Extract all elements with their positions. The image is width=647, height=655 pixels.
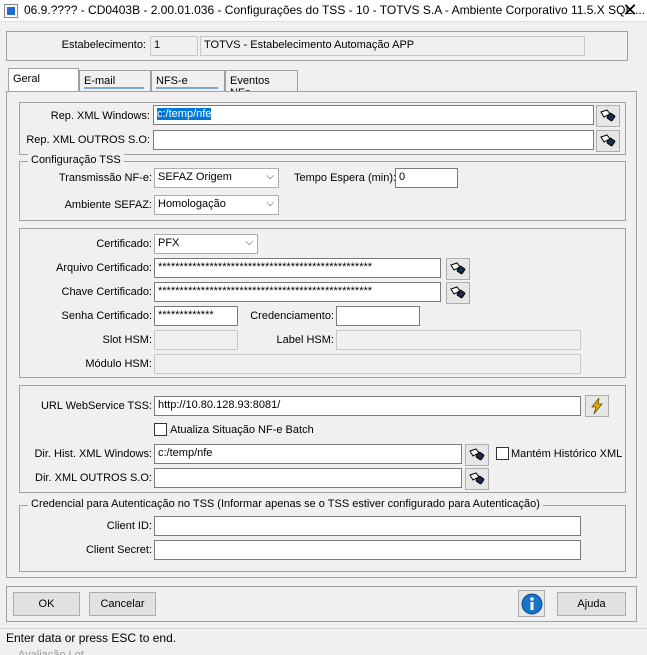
- credenciamento-label: Credenciamento:: [250, 310, 334, 322]
- chave-certificado-input[interactable]: ****************************************…: [154, 282, 441, 302]
- dir-xml-outros-label: Dir. XML OUTROS S.O:: [35, 472, 152, 484]
- cancel-button[interactable]: Cancelar: [89, 592, 156, 616]
- rep-xml-windows-value: c:/temp/nfe: [157, 108, 212, 120]
- status-text: Enter data or press ESC to end.: [6, 631, 177, 645]
- client-id-input[interactable]: [154, 516, 581, 536]
- flashlight-icon[interactable]: [465, 444, 489, 466]
- flashlight-icon[interactable]: [596, 130, 620, 152]
- arquivo-certificado-input[interactable]: ****************************************…: [154, 258, 441, 278]
- senha-certificado-label: Senha Certificado:: [61, 310, 153, 322]
- transmissao-label: Transmissão NF-e:: [58, 172, 152, 184]
- dir-hist-xml-input[interactable]: c:/temp/nfe: [154, 444, 462, 464]
- tab-email[interactable]: E-mail: [79, 70, 151, 92]
- ok-button[interactable]: OK: [13, 592, 80, 616]
- slot-hsm-label: Slot HSM:: [102, 334, 152, 346]
- tab-nfse-label: NFS-e: [156, 75, 188, 87]
- client-secret-label: Client Secret:: [85, 544, 152, 556]
- label-hsm-input: [336, 330, 581, 350]
- rep-xml-outros-input[interactable]: [153, 130, 594, 150]
- arquivo-certificado-label: Arquivo Certificado:: [56, 262, 152, 274]
- rep-xml-windows-input[interactable]: c:/temp/nfe: [153, 105, 594, 125]
- tempo-espera-label: Tempo Espera (min):: [294, 172, 397, 184]
- senha-certificado-input[interactable]: *************: [154, 306, 238, 326]
- estabelecimento-code-field: 1: [150, 36, 198, 56]
- modulo-hsm-label: Módulo HSM:: [85, 358, 152, 370]
- certificado-label: Certificado:: [96, 238, 152, 250]
- tempo-espera-input[interactable]: 0: [395, 168, 458, 188]
- info-button[interactable]: [518, 590, 545, 617]
- chevron-down-icon: ⌵: [266, 171, 274, 182]
- lightning-icon[interactable]: [585, 395, 609, 417]
- chevron-down-icon: ⌵: [245, 237, 253, 248]
- label-hsm-label: Label HSM:: [276, 334, 334, 346]
- atualiza-situacao-checkbox[interactable]: [154, 423, 167, 436]
- chave-certificado-label: Chave Certificado:: [61, 286, 153, 298]
- window-title: 06.9.???? - CD0403B - 2.00.01.036 - Conf…: [24, 3, 646, 17]
- background-window-text: Avaliação Lot: [18, 649, 84, 655]
- client-id-label: Client ID:: [106, 520, 152, 532]
- tab-email-label: E-mail: [84, 75, 116, 87]
- client-secret-input[interactable]: [154, 540, 581, 560]
- config-tss-legend: Configuração TSS: [28, 154, 124, 166]
- tab-nfse[interactable]: NFS-e: [151, 70, 225, 92]
- info-icon: [521, 593, 542, 614]
- close-icon[interactable]: ✕: [620, 0, 640, 21]
- mantem-historico-checkbox[interactable]: [496, 447, 509, 460]
- certificado-select[interactable]: PFX ⌵: [154, 234, 258, 254]
- app-icon: [4, 4, 18, 18]
- dir-xml-outros-input[interactable]: [154, 468, 462, 488]
- transmissao-value: SEFAZ Origem: [158, 171, 232, 183]
- ambiente-sefaz-label: Ambiente SEFAZ:: [64, 199, 152, 211]
- certificado-value: PFX: [158, 237, 180, 249]
- transmissao-select[interactable]: SEFAZ Origem ⌵: [154, 168, 279, 188]
- estabelecimento-name-field: TOTVS - Estabelecimento Automação APP: [200, 36, 585, 56]
- mantem-historico-label: Mantém Histórico XML: [511, 448, 623, 460]
- flashlight-icon[interactable]: [446, 282, 470, 304]
- title-bar: 06.9.???? - CD0403B - 2.00.01.036 - Conf…: [0, 0, 647, 22]
- modulo-hsm-input: [154, 354, 581, 374]
- tab-geral[interactable]: Geral: [8, 68, 79, 92]
- flashlight-icon[interactable]: [596, 105, 620, 127]
- help-button[interactable]: Ajuda: [557, 592, 626, 616]
- tab-geral-label: Geral: [13, 73, 40, 85]
- url-webservice-label: URL WebService TSS:: [40, 400, 152, 412]
- flashlight-icon[interactable]: [446, 258, 470, 280]
- dir-hist-xml-label: Dir. Hist. XML Windows:: [34, 448, 152, 460]
- tab-eventos-nfe[interactable]: Eventos NFe: [225, 70, 298, 99]
- flashlight-icon[interactable]: [465, 468, 489, 490]
- ambiente-sefaz-select[interactable]: Homologação ⌵: [154, 195, 279, 215]
- ambiente-sefaz-value: Homologação: [158, 198, 226, 210]
- url-webservice-input[interactable]: http://10.80.128.93:8081/: [154, 396, 581, 416]
- auth-legend: Credencial para Autenticação no TSS (Inf…: [28, 498, 543, 510]
- chevron-down-icon: ⌵: [266, 198, 274, 209]
- rep-xml-windows-label: Rep. XML Windows:: [50, 110, 150, 122]
- atualiza-situacao-label: Atualiza Situação NF-e Batch: [170, 424, 314, 436]
- estabelecimento-label: Estabelecimento:: [61, 39, 146, 51]
- config-tss-group: [19, 161, 626, 221]
- rep-xml-outros-label: Rep. XML OUTROS S.O:: [26, 134, 150, 146]
- credenciamento-input[interactable]: [336, 306, 420, 326]
- slot-hsm-input: [154, 330, 238, 350]
